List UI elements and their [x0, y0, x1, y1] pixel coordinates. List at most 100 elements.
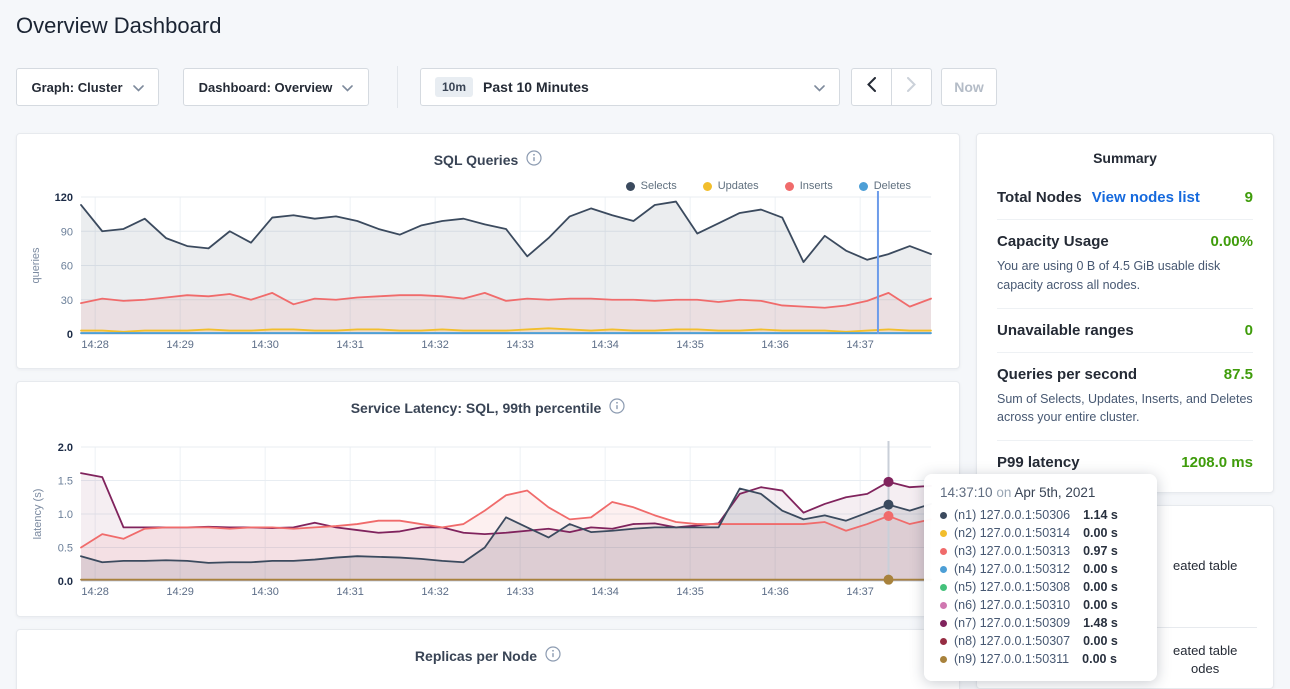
- svg-text:90: 90: [61, 226, 73, 238]
- summary-row: Capacity Usage0.00% You are using 0 B of …: [997, 219, 1253, 308]
- chevron-down-icon: [814, 79, 825, 95]
- dashboard-dropdown[interactable]: Dashboard: Overview: [183, 68, 369, 106]
- tooltip-node-row: (n8) 127.0.0.1:50307 0.00 s: [940, 632, 1141, 650]
- tooltip-node-value: 0.00 s: [1083, 598, 1118, 612]
- tooltip-node-label: (n7) 127.0.0.1:50309: [954, 616, 1070, 630]
- svg-text:1.0: 1.0: [58, 509, 73, 521]
- time-range-dropdown[interactable]: 10m Past 10 Minutes: [420, 68, 840, 106]
- tooltip-node-value: 0.00 s: [1082, 652, 1117, 666]
- service-latency-chart[interactable]: 14:2814:2914:3014:3114:3214:3314:3414:35…: [17, 432, 961, 612]
- summary-stat-description: Sum of Selects, Updates, Inserts, and De…: [997, 390, 1253, 428]
- svg-text:14:31: 14:31: [336, 586, 364, 598]
- replicas-per-node-chart-card: Replicas per Node: [16, 629, 960, 689]
- svg-text:0: 0: [67, 329, 73, 341]
- tooltip-node-row: (n1) 127.0.0.1:503061.14 s: [940, 506, 1141, 524]
- svg-text:14:28: 14:28: [81, 339, 109, 351]
- summary-stat-line: Capacity Usage0.00%: [997, 233, 1253, 250]
- tooltip-node-row: (n7) 127.0.0.1:50309 1.48 s: [940, 614, 1141, 632]
- view-nodes-list-link[interactable]: View nodes list: [1092, 189, 1200, 206]
- node-series-dot-icon: [940, 656, 947, 663]
- time-range-badge: 10m: [435, 77, 473, 97]
- svg-text:14:32: 14:32: [421, 339, 449, 351]
- svg-text:14:35: 14:35: [676, 586, 704, 598]
- svg-text:14:28: 14:28: [81, 586, 109, 598]
- chevron-right-icon: [907, 77, 916, 97]
- info-icon[interactable]: [545, 646, 561, 665]
- summary-stat-value: 87.5: [1224, 366, 1253, 383]
- svg-text:1.5: 1.5: [58, 476, 73, 488]
- summary-stat-line: Total NodesView nodes list9: [997, 189, 1253, 206]
- service-latency-chart-title: Service Latency: SQL, 99th percentile: [351, 400, 602, 416]
- node-series-dot-icon: [940, 512, 947, 519]
- tooltip-connector: on: [996, 485, 1011, 500]
- info-icon[interactable]: [526, 150, 542, 169]
- tooltip-node-value: 1.48 s: [1083, 616, 1118, 630]
- chevron-left-icon: [867, 77, 876, 97]
- svg-text:2.0: 2.0: [58, 442, 73, 454]
- time-step-buttons: [851, 68, 932, 106]
- chart-hover-tooltip: 14:37:10 on Apr 5th, 2021 (n1) 127.0.0.1…: [924, 474, 1157, 681]
- summary-stat-label: Queries per second: [997, 366, 1137, 383]
- tooltip-node-row: (n6) 127.0.0.1:50310 0.00 s: [940, 596, 1141, 614]
- event-text-fragment: eated table: [1173, 558, 1237, 573]
- svg-text:14:37: 14:37: [846, 339, 874, 351]
- tooltip-node-row: (n5) 127.0.0.1:50308 0.00 s: [940, 578, 1141, 596]
- now-button[interactable]: Now: [941, 68, 997, 106]
- node-series-dot-icon: [940, 530, 947, 537]
- svg-text:14:30: 14:30: [251, 586, 279, 598]
- tooltip-node-label: (n2) 127.0.0.1:50314: [954, 526, 1070, 540]
- svg-text:14:29: 14:29: [166, 339, 194, 351]
- sql-queries-chart[interactable]: 14:2814:2914:3014:3114:3214:3314:3414:35…: [17, 184, 961, 364]
- chart-title-row: Service Latency: SQL, 99th percentile: [17, 398, 959, 417]
- tooltip-date: Apr 5th, 2021: [1014, 485, 1095, 500]
- svg-text:14:36: 14:36: [761, 339, 789, 351]
- tooltip-node-label: (n9) 127.0.0.1:50311: [954, 652, 1069, 666]
- tooltip-node-label: (n6) 127.0.0.1:50310: [954, 598, 1070, 612]
- tooltip-node-row: (n3) 127.0.0.1:503130.97 s: [940, 542, 1141, 560]
- summary-stat-label: Unavailable ranges: [997, 322, 1134, 339]
- svg-text:0.5: 0.5: [58, 543, 73, 555]
- previous-time-button[interactable]: [852, 69, 892, 105]
- tooltip-time: 14:37:10: [940, 485, 993, 500]
- tooltip-node-value: 0.00 s: [1083, 634, 1118, 648]
- summary-stat-value: 1208.0 ms: [1181, 454, 1253, 471]
- summary-stat-line: Queries per second 87.5: [997, 366, 1253, 383]
- chevron-down-icon: [133, 80, 144, 95]
- sql-queries-chart-card: SQL Queries SelectsUpdatesInsertsDeletes…: [16, 133, 960, 369]
- summary-stat-label: P99 latency: [997, 454, 1080, 471]
- tooltip-node-label: (n5) 127.0.0.1:50308: [954, 580, 1070, 594]
- node-series-dot-icon: [940, 602, 947, 609]
- info-icon[interactable]: [609, 398, 625, 417]
- next-time-button[interactable]: [892, 69, 932, 105]
- tooltip-node-row: (n9) 127.0.0.1:50311 0.00 s: [940, 650, 1141, 668]
- graph-dropdown-label: Graph: Cluster: [31, 80, 122, 95]
- summary-stat-line: P99 latency 1208.0 ms: [997, 454, 1253, 471]
- summary-stat-line: Unavailable ranges0: [997, 322, 1253, 339]
- sql-queries-chart-title: SQL Queries: [434, 152, 519, 168]
- event-text-fragment: odes: [1191, 661, 1219, 676]
- node-series-dot-icon: [940, 638, 947, 645]
- svg-text:queries: queries: [30, 247, 42, 284]
- svg-text:14:36: 14:36: [761, 586, 789, 598]
- controls-divider: [397, 66, 398, 108]
- svg-text:14:37: 14:37: [846, 586, 874, 598]
- svg-text:120: 120: [55, 192, 73, 204]
- tooltip-node-label: (n3) 127.0.0.1:50313: [954, 544, 1070, 558]
- summary-row: Queries per second 87.5 Sum of Selects, Up…: [997, 352, 1253, 441]
- graph-dropdown[interactable]: Graph: Cluster: [16, 68, 159, 106]
- page-title: Overview Dashboard: [16, 13, 221, 39]
- time-range-label: Past 10 Minutes: [483, 79, 589, 95]
- svg-text:14:30: 14:30: [251, 339, 279, 351]
- svg-text:14:33: 14:33: [506, 339, 534, 351]
- svg-text:14:33: 14:33: [506, 586, 534, 598]
- svg-text:60: 60: [61, 261, 73, 273]
- svg-text:14:35: 14:35: [676, 339, 704, 351]
- chart-title-row: Replicas per Node: [17, 646, 959, 665]
- svg-text:14:32: 14:32: [421, 586, 449, 598]
- node-series-dot-icon: [940, 584, 947, 591]
- tooltip-node-value: 0.00 s: [1083, 580, 1118, 594]
- summary-stat-description: You are using 0 B of 4.5 GiB usable disk…: [997, 257, 1253, 295]
- tooltip-node-value: 0.00 s: [1083, 526, 1118, 540]
- summary-stat-label: Total Nodes: [997, 189, 1082, 206]
- tooltip-node-label: (n8) 127.0.0.1:50307: [954, 634, 1070, 648]
